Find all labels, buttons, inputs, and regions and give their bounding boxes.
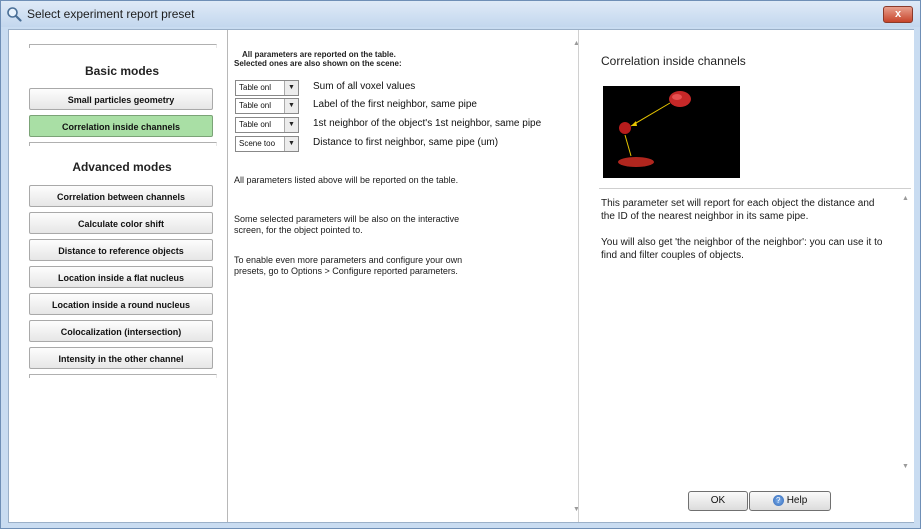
description-scrollbar[interactable]: ▲ ▼	[901, 193, 911, 473]
info-interactive-screen: Some selected parameters will be also on…	[234, 214, 460, 235]
select-value: Table onl	[239, 101, 272, 110]
select-value: Table onl	[239, 120, 272, 129]
mode-button-location-round-nucleus[interactable]: Location inside a round nucleus	[29, 293, 213, 315]
parameter-label: Distance to first neighbor, same pipe (u…	[313, 137, 499, 148]
basic-modes-title: Basic modes	[84, 64, 160, 78]
ok-button[interactable]: OK	[688, 491, 748, 511]
preset-preview-panel: Correlation inside channels This paramet…	[578, 30, 914, 522]
title-bar: Select experiment report preset x	[1, 1, 920, 27]
parameters-panel: All parameters are reported on the table…	[228, 30, 580, 522]
info-reported-on-table: All parameters listed above will be repo…	[234, 175, 459, 185]
help-button[interactable]: ? Help	[749, 491, 831, 511]
mode-button-location-flat-nucleus[interactable]: Location inside a flat nucleus	[29, 266, 213, 288]
help-button-label: Help	[786, 495, 808, 506]
mode-button-calculate-color-shift[interactable]: Calculate color shift	[29, 212, 213, 234]
dialog-client-area: Basic modes Small particles geometry Cor…	[8, 29, 914, 523]
mode-button-small-particles-geometry[interactable]: Small particles geometry	[29, 88, 213, 110]
divider	[29, 142, 217, 146]
parameters-header-line2: Selected ones are also shown on the scen…	[234, 59, 402, 68]
parameter-label: Label of the first neighbor, same pipe	[313, 99, 477, 110]
chevron-down-icon[interactable]: ▼	[284, 81, 298, 95]
chevron-down-icon[interactable]: ▼	[284, 118, 298, 132]
preset-description: This parameter set will report for each …	[601, 197, 891, 275]
divider	[29, 374, 217, 378]
description-paragraph: You will also get 'the neighbor of the n…	[601, 237, 883, 261]
advanced-modes-title: Advanced modes	[72, 160, 172, 174]
preset-title: Correlation inside channels	[601, 54, 746, 68]
mode-button-correlation-between-channels[interactable]: Correlation between channels	[29, 185, 213, 207]
mode-button-intensity-other-channel[interactable]: Intensity in the other channel	[29, 347, 213, 369]
close-button[interactable]: x	[883, 6, 913, 23]
preset-preview-image	[603, 86, 740, 178]
description-paragraph: This parameter set will report for each …	[601, 198, 875, 222]
chevron-down-icon[interactable]: ▼	[284, 137, 298, 151]
divider	[29, 44, 217, 48]
info-configure-presets: To enable even more parameters and confi…	[234, 255, 463, 276]
report-target-select[interactable]: Table onl ▼	[235, 117, 299, 133]
chevron-down-icon[interactable]: ▼	[284, 99, 298, 113]
parameter-label: 1st neighbor of the object's 1st neighbo…	[313, 118, 542, 129]
modes-panel: Basic modes Small particles geometry Cor…	[9, 30, 228, 522]
window-title: Select experiment report preset	[27, 7, 195, 21]
select-value: Scene too	[239, 139, 276, 148]
mode-button-colocalization[interactable]: Colocalization (intersection)	[29, 320, 213, 342]
scroll-up-icon[interactable]: ▲	[902, 195, 909, 202]
report-target-select[interactable]: Scene too ▼	[235, 136, 299, 152]
report-target-select[interactable]: Table onl ▼	[235, 98, 299, 114]
help-icon: ?	[772, 494, 784, 506]
scroll-down-icon[interactable]: ▼	[902, 463, 909, 470]
dialog-window: Select experiment report preset x Basic …	[0, 0, 921, 529]
mode-button-correlation-inside-channels[interactable]: Correlation inside channels	[29, 115, 213, 137]
parameters-header: All parameters are reported on the table…	[234, 50, 554, 68]
select-value: Table onl	[239, 83, 272, 92]
mode-button-distance-to-reference-objects[interactable]: Distance to reference objects	[29, 239, 213, 261]
parameter-label: Sum of all voxel values	[313, 81, 416, 92]
preset-description-box: This parameter set will report for each …	[599, 188, 911, 479]
magnifier-icon	[7, 7, 22, 22]
report-target-select[interactable]: Table onl ▼	[235, 80, 299, 96]
parameters-header-line1: All parameters are reported on the table…	[242, 50, 396, 59]
